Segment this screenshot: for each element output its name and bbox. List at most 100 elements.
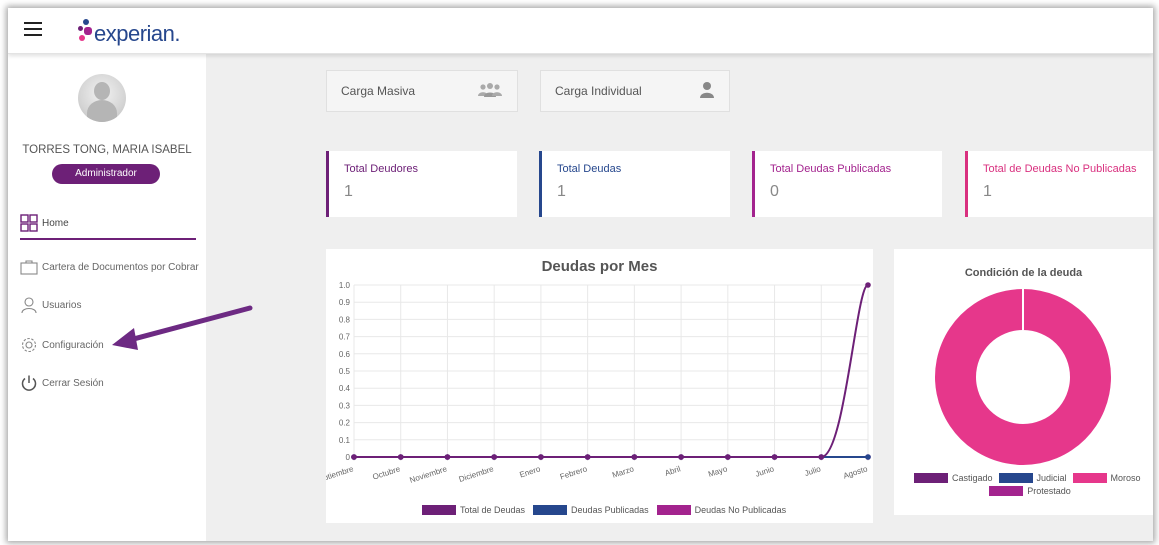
sidebar-item-configuracion[interactable]: Configuración (20, 336, 104, 354)
legend-item[interactable]: Deudas No Publicadas (656, 505, 787, 515)
donut-legend: Castigado Judicial Moroso Protestado (914, 473, 1146, 496)
x-tick-label: Febrero (559, 464, 589, 481)
data-point (725, 454, 731, 460)
x-tick-label: Enero (518, 464, 542, 479)
sidebar-item-usuarios[interactable]: Usuarios (20, 296, 81, 314)
sidebar-item-cartera[interactable]: Cartera de Documentos por Cobrar (20, 258, 199, 276)
legend-item[interactable]: Deudas Publicadas (533, 505, 649, 515)
stat-value: 1 (557, 183, 566, 200)
y-tick-label: 0 (346, 453, 351, 462)
annotation-arrow (112, 305, 253, 350)
x-tick-label: Julio (803, 464, 822, 478)
donut-title: Condición de la deuda (964, 267, 1083, 279)
grid-icon (20, 214, 38, 232)
person-icon (699, 81, 715, 102)
condicion-deuda-panel: Condición de la deuda Castigado Judicial… (894, 249, 1153, 515)
power-icon (20, 374, 38, 392)
sidebar-item-label: Cartera de Documentos por Cobrar (42, 261, 199, 273)
data-point (397, 454, 404, 460)
legend-item[interactable]: Castigado (914, 473, 993, 483)
main-content: Carga Masiva Carga Individual Total Deud… (206, 54, 1153, 541)
legend-label: Moroso (1110, 473, 1141, 483)
sidebar: TORRES TONG, MARIA ISABEL Administrador … (8, 54, 206, 541)
data-point (865, 282, 871, 288)
data-point (444, 454, 451, 460)
sidebar-item-cerrar-sesion[interactable]: Cerrar Sesión (20, 374, 104, 392)
stat-card-deudas-publicadas: Total Deudas Publicadas 0 (752, 151, 942, 217)
carga-masiva-label: Carga Masiva (341, 84, 416, 98)
x-tick-label: Junio (754, 464, 775, 479)
legend-label: Castigado (952, 473, 993, 483)
data-point (818, 454, 825, 460)
legend-item[interactable]: Judicial (998, 473, 1067, 483)
legend-item[interactable]: Moroso (1072, 473, 1141, 483)
stat-card-deudas-no-publicadas: Total de Deudas No Publicadas 1 (965, 151, 1153, 217)
donut-chart (935, 289, 1111, 465)
role-badge: Administrador (52, 164, 160, 184)
y-tick-label: 1.0 (339, 281, 351, 290)
legend-item[interactable]: Protestado (989, 486, 1071, 496)
y-tick-label: 0.6 (339, 350, 351, 359)
data-point (678, 454, 684, 460)
stat-label: Total de Deudas No Publicadas (983, 163, 1137, 175)
carga-individual-label: Carga Individual (555, 84, 642, 98)
y-tick-label: 0.1 (339, 436, 351, 445)
legend-label: Total de Deudas (460, 505, 526, 515)
legend-label: Judicial (1036, 473, 1067, 483)
users-group-icon (477, 82, 503, 101)
x-tick-label: Abril (664, 464, 682, 478)
line-chart-legend: Total de Deudas Deudas Publicadas Deudas… (422, 505, 794, 515)
x-tick-label: Agosto (842, 464, 869, 480)
gear-icon (20, 336, 38, 354)
sidebar-item-label: Home (42, 217, 69, 229)
legend-item[interactable]: Total de Deudas (422, 505, 525, 515)
x-tick-label: Diciembre (458, 464, 496, 484)
app-window: experian. TORRES TONG, MARIA ISABEL Admi… (8, 8, 1153, 541)
stat-value: 0 (770, 183, 779, 200)
top-bar: experian. (8, 8, 1153, 54)
deudas-por-mes-panel: Deudas por Mes 0 0.1 0.2 0.3 0.4 0.5 0.6 0.7 0.8… (326, 249, 873, 523)
stat-label: Total Deudas Publicadas (770, 163, 892, 175)
stat-value: 1 (983, 183, 992, 200)
y-tick-label: 0.8 (339, 315, 351, 324)
carga-masiva-button[interactable]: Carga Masiva (326, 70, 518, 112)
data-point (631, 454, 638, 460)
hamburger-menu-icon[interactable] (24, 22, 42, 36)
y-tick-label: 0.2 (339, 419, 351, 428)
logo-dots-icon (78, 19, 94, 45)
x-tick-label: Marzo (611, 464, 635, 480)
y-tick-label: 0.9 (339, 298, 351, 307)
avatar[interactable] (78, 74, 126, 122)
sidebar-item-home[interactable]: Home (20, 214, 196, 240)
y-tick-label: 0.5 (339, 367, 351, 376)
user-name: TORRES TONG, MARIA ISABEL (22, 144, 192, 156)
sidebar-item-label: Usuarios (42, 299, 82, 311)
x-tick-label: Mayo (707, 464, 729, 479)
data-point (491, 454, 497, 460)
x-tick-label: Noviembre (408, 464, 448, 485)
sidebar-item-label: Configuración (42, 339, 104, 351)
legend-label: Protestado (1027, 486, 1071, 496)
y-tick-label: 0.4 (339, 384, 351, 393)
y-tick-label: 0.7 (339, 333, 351, 342)
x-tick-label: Septiembre (326, 464, 355, 485)
stat-label: Total Deudas (557, 163, 622, 175)
line-chart: 0 0.1 0.2 0.3 0.4 0.5 0.6 0.7 0.8 0.9 1.0 Septiembr… (326, 281, 871, 486)
sidebar-item-label: Cerrar Sesión (42, 377, 104, 389)
y-tick-label: 0.3 (339, 401, 351, 410)
user-icon (20, 296, 38, 314)
briefcase-icon (20, 258, 38, 276)
data-point (584, 454, 591, 460)
data-point (865, 454, 871, 460)
experian-logo[interactable]: experian. (78, 17, 181, 46)
stat-label: Total Deudores (344, 163, 418, 175)
data-point (771, 454, 778, 460)
stat-card-total-deudores: Total Deudores 1 (326, 151, 517, 217)
data-point (538, 454, 544, 460)
data-point (351, 454, 357, 460)
stat-card-total-deudas: Total Deudas 1 (539, 151, 730, 217)
carga-individual-button[interactable]: Carga Individual (540, 70, 730, 112)
stat-value: 1 (344, 183, 353, 200)
legend-label: Deudas No Publicadas (694, 505, 787, 515)
brand-name: experian. (94, 21, 181, 46)
